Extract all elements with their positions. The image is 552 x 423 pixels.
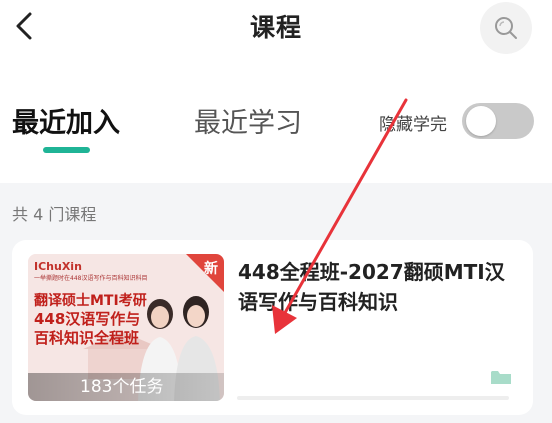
annotation-arrow	[272, 98, 408, 334]
